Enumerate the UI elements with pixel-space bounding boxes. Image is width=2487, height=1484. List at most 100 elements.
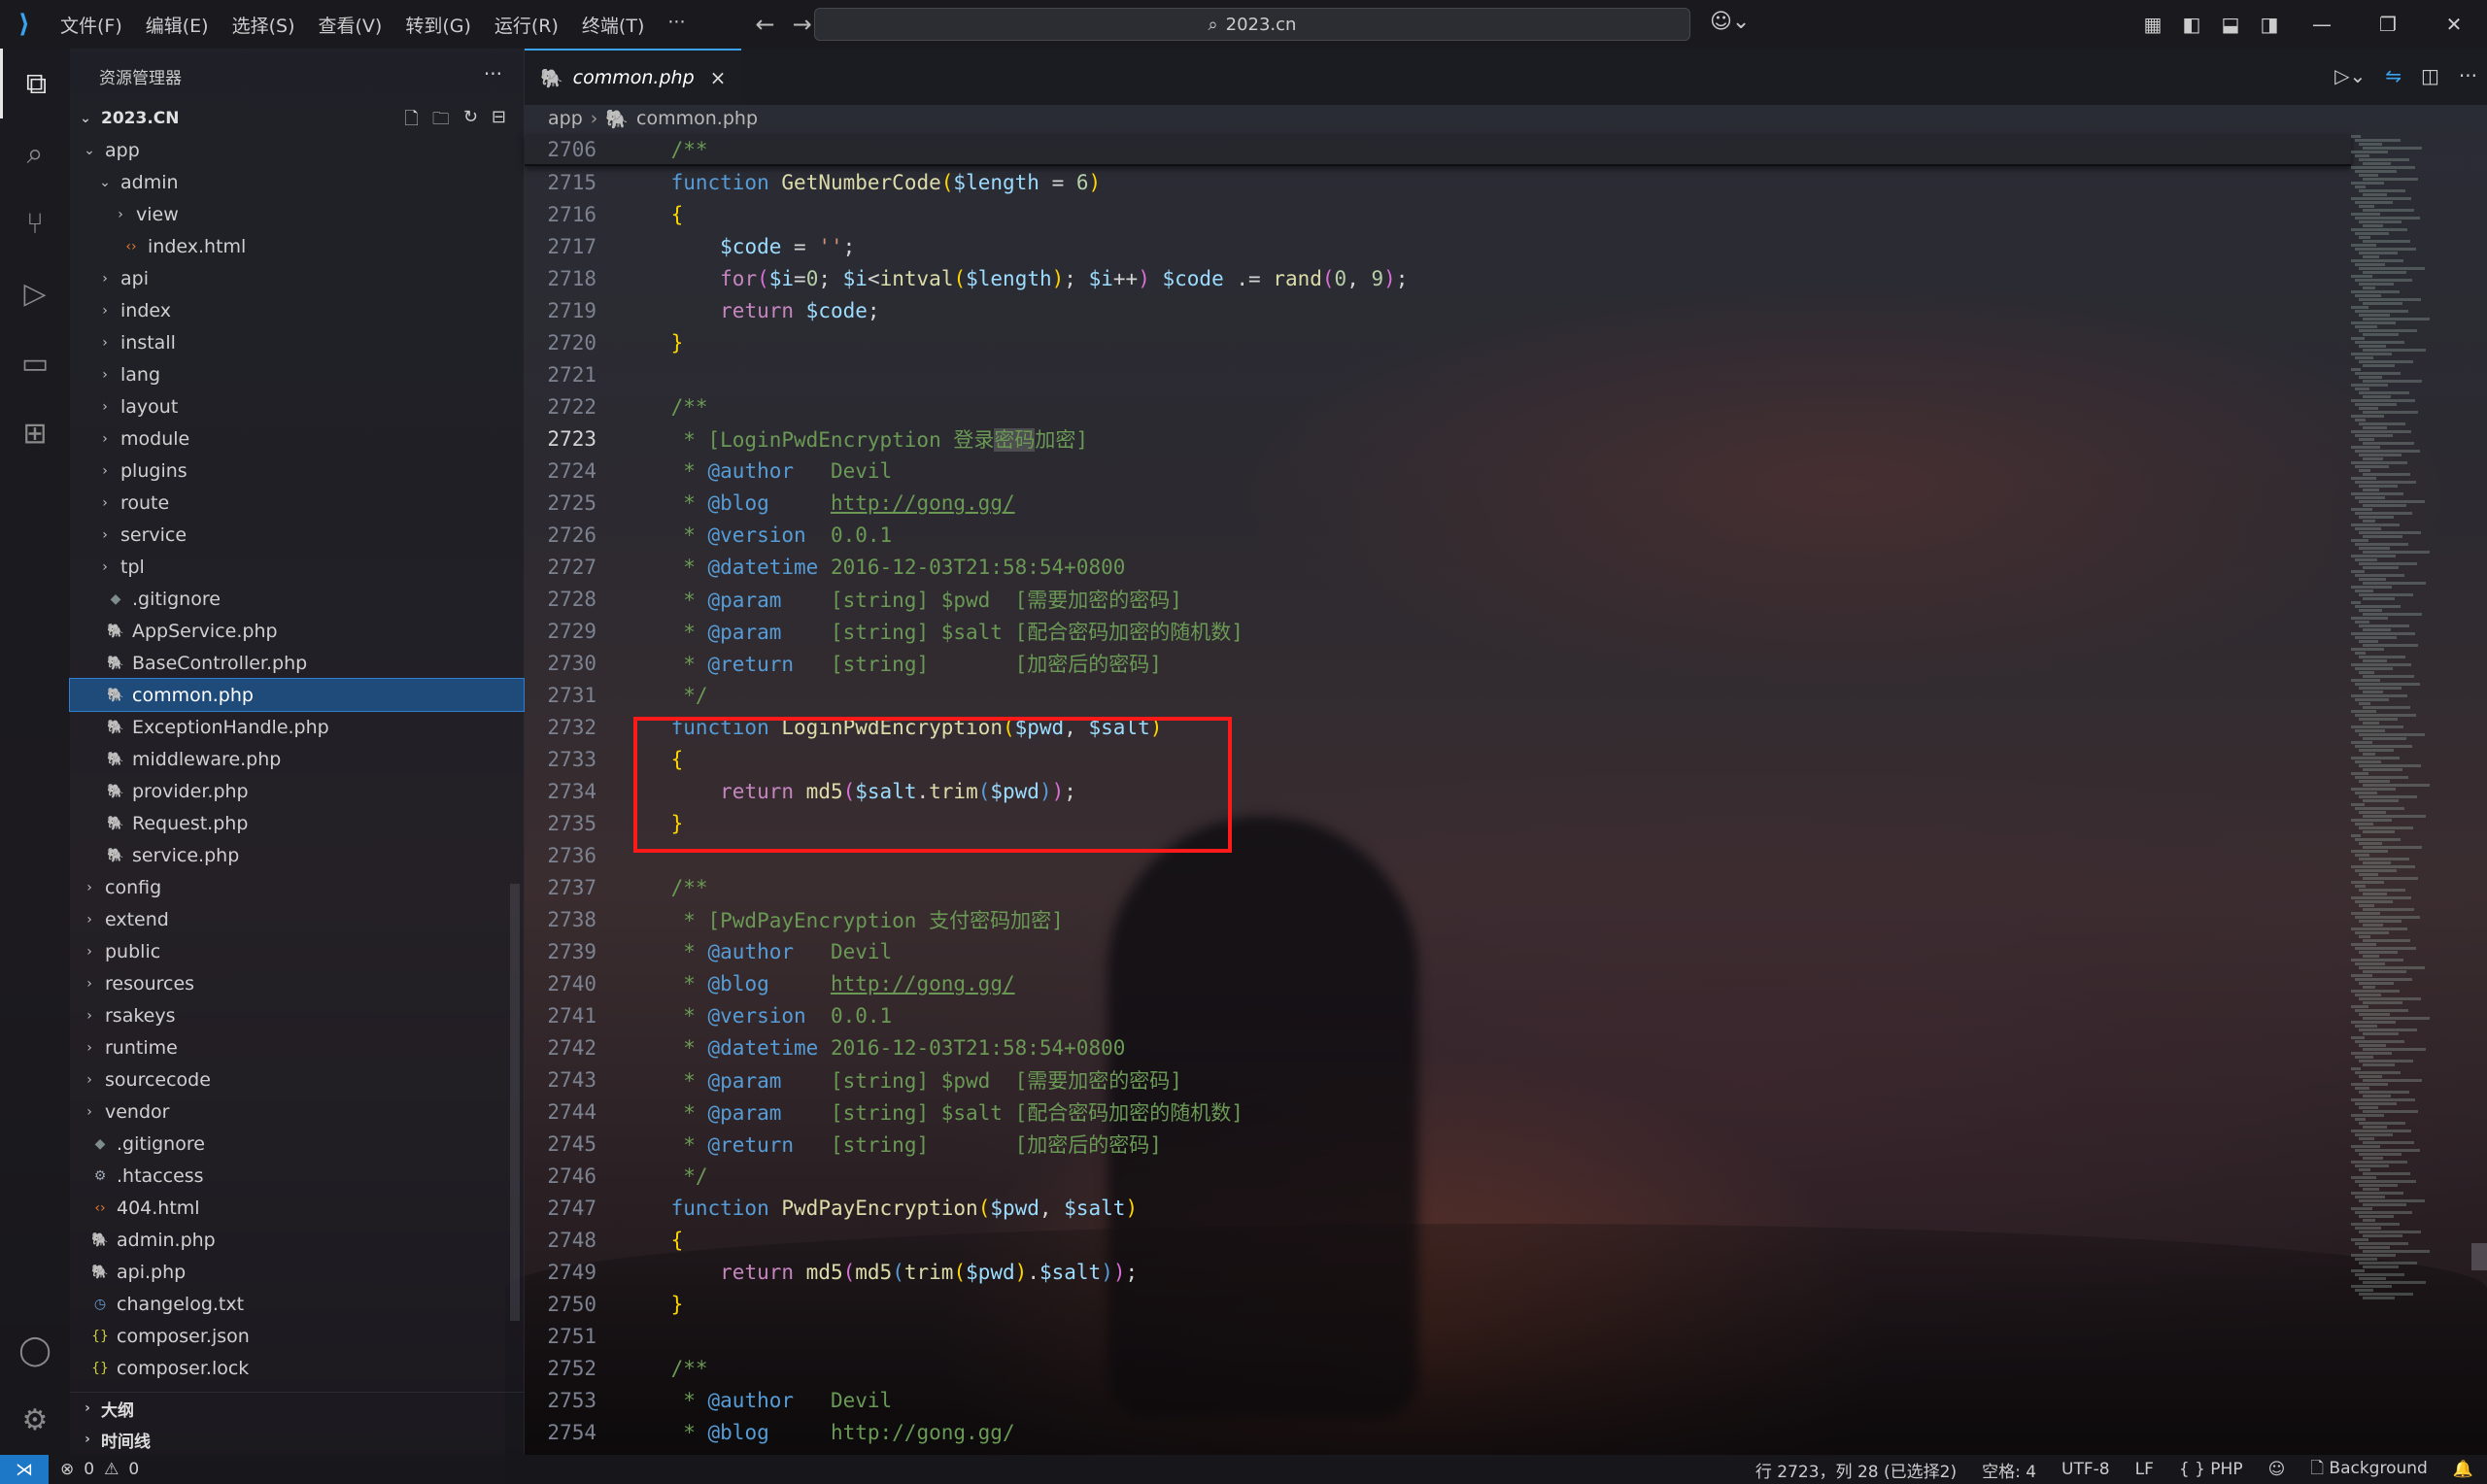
sidebar-scrollbar[interactable] (510, 884, 520, 1321)
tree-file[interactable]: ⚙ .htaccess (70, 1160, 524, 1192)
tree-file[interactable]: {} composer.json (70, 1320, 524, 1352)
encoding[interactable]: UTF-8 (2061, 1460, 2110, 1479)
tree-folder[interactable]: › layout (70, 390, 524, 422)
collapse-all-icon[interactable]: ⊟ (492, 107, 506, 136)
breadcrumb-file[interactable]: common.php (636, 108, 758, 129)
tree-folder[interactable]: › view (70, 198, 524, 230)
menu-terminal[interactable]: 终端(T) (570, 12, 656, 38)
breadcrumb-folder[interactable]: app (548, 108, 583, 129)
tree-file[interactable]: 🐘 common.php (69, 678, 525, 712)
minimap[interactable] (2351, 134, 2471, 1455)
tree-file[interactable]: 🐘 BaseController.php (70, 647, 524, 679)
tree-file[interactable]: 🐘 admin.php (70, 1224, 524, 1256)
tree-folder[interactable]: › module (70, 422, 524, 455)
minimap-line (2351, 788, 2396, 791)
toggle-panel-icon[interactable]: ⬓ (2211, 13, 2250, 36)
tree-folder[interactable]: ⌄ app (70, 134, 524, 166)
menu-go[interactable]: 转到(G) (393, 12, 483, 38)
forward-arrow-icon[interactable]: → (793, 11, 812, 38)
tree-file[interactable]: ◷ changelog.txt (70, 1288, 524, 1320)
language-mode[interactable]: { } PHP (2179, 1460, 2243, 1479)
chevron-right-icon: › (102, 430, 108, 447)
run-debug-icon[interactable]: ▷ (0, 258, 70, 328)
toggle-primary-sidebar-icon[interactable]: ◧ (2172, 13, 2211, 36)
tab-common-php[interactable]: 🐘 common.php × (525, 49, 742, 105)
close-window-icon[interactable]: ✕ (2421, 13, 2487, 36)
tree-folder[interactable]: › resources (70, 967, 524, 999)
copilot-icon[interactable]: ☺⌄ (1710, 10, 1750, 34)
tree-folder[interactable]: › index (70, 294, 524, 326)
tree-folder[interactable]: ⌄ admin (70, 166, 524, 198)
tree-file[interactable]: ‹› 404.html (70, 1192, 524, 1224)
tree-folder[interactable]: › runtime (70, 1031, 524, 1063)
tree-folder[interactable]: › tpl (70, 551, 524, 583)
minimize-icon[interactable]: — (2289, 13, 2355, 36)
tree-file[interactable]: 🐘 AppService.php (70, 615, 524, 647)
settings-gear-icon[interactable]: ⚙ (0, 1385, 70, 1455)
section-timeline[interactable]: › 时间线 (70, 1424, 524, 1455)
tree-file[interactable]: 🐘 provider.php (70, 775, 524, 807)
run-icon[interactable]: ▷⌄ (2334, 64, 2366, 87)
tree-folder[interactable]: › public (70, 935, 524, 967)
new-file-icon[interactable]: 🗋 (404, 107, 418, 136)
customize-layout-icon[interactable]: ▦ (2133, 13, 2172, 36)
tree-file[interactable]: 🐘 middleware.php (70, 743, 524, 775)
tree-file[interactable]: 🐘 service.php (70, 839, 524, 871)
tree-folder[interactable]: › extend (70, 903, 524, 935)
section-outline[interactable]: › 大纲 (70, 1393, 524, 1424)
tree-folder[interactable]: › plugins (70, 455, 524, 487)
tree-folder[interactable]: › config (70, 871, 524, 903)
remote-indicator-icon[interactable]: ⋊ (0, 1455, 49, 1484)
menu-file[interactable]: 文件(F) (49, 12, 134, 38)
tree-file[interactable]: ◆ .gitignore (70, 1128, 524, 1160)
indentation[interactable]: 空格: 4 (1982, 1458, 2036, 1482)
tree-file[interactable]: 🐘 api.php (70, 1256, 524, 1288)
menu-run[interactable]: 运行(R) (483, 12, 570, 38)
tree-folder[interactable]: › install (70, 326, 524, 358)
tree-folder[interactable]: › vendor (70, 1096, 524, 1128)
restore-icon[interactable]: ❐ (2355, 13, 2421, 36)
menu-edit[interactable]: 编辑(E) (134, 12, 221, 38)
menu-more[interactable]: ··· (656, 12, 697, 38)
tree-folder[interactable]: › lang (70, 358, 524, 390)
new-folder-icon[interactable]: 🗀 (432, 107, 450, 136)
command-center-search[interactable]: ⌕ 2023.cn (814, 8, 1690, 41)
remote-explorer-icon[interactable]: ▭ (0, 328, 70, 398)
workspace-root[interactable]: ⌄ 2023.CN 🗋 🗀 ↻ ⊟ (70, 103, 524, 134)
copilot-status-icon[interactable]: ☺ (2268, 1460, 2286, 1479)
tree-item-label: service.php (132, 844, 240, 866)
open-changes-icon[interactable]: ⇋ (2385, 64, 2402, 87)
extensions-icon[interactable]: ⊞ (0, 398, 70, 468)
more-actions-icon[interactable]: ··· (484, 62, 502, 85)
cursor-position[interactable]: 行 2723，列 28 (已选择2) (1755, 1458, 1957, 1482)
chevron-right-icon: › (102, 334, 108, 351)
editor-scrollbar-thumb[interactable] (2471, 1243, 2487, 1270)
toggle-secondary-sidebar-icon[interactable]: ◨ (2250, 13, 2289, 36)
tree-file[interactable]: ◆ .gitignore (70, 583, 524, 615)
menu-view[interactable]: 查看(V) (307, 12, 394, 38)
background-extension[interactable]: 🗋 Background (2310, 1456, 2428, 1484)
refresh-icon[interactable]: ↻ (463, 107, 478, 136)
code-line: 2715 function GetNumberCode($length = 6) (547, 170, 1102, 194)
tree-folder[interactable]: › route (70, 487, 524, 519)
end-of-line[interactable]: LF (2135, 1460, 2154, 1479)
problems-indicator[interactable]: ⊗ 0 ⚠ 0 (60, 1460, 139, 1479)
account-icon[interactable]: ◯ (0, 1315, 70, 1385)
tree-folder[interactable]: › api (70, 262, 524, 294)
tree-file[interactable]: ‹› index.html (70, 230, 524, 262)
back-arrow-icon[interactable]: ← (755, 11, 774, 38)
tree-file[interactable]: {} composer.lock (70, 1352, 524, 1384)
split-editor-icon[interactable]: ◫ (2421, 64, 2439, 87)
menu-selection[interactable]: 选择(S) (221, 12, 307, 38)
more-editor-actions-icon[interactable]: ··· (2459, 64, 2477, 87)
tree-file[interactable]: 🐘 Request.php (70, 807, 524, 839)
close-tab-icon[interactable]: × (710, 66, 727, 89)
search-view-icon[interactable]: ⌕ (0, 118, 70, 188)
tree-file[interactable]: 🐘 ExceptionHandle.php (70, 711, 524, 743)
tree-folder[interactable]: › sourcecode (70, 1063, 524, 1096)
tree-folder[interactable]: › rsakeys (70, 999, 524, 1031)
source-control-icon[interactable]: ⑂ (0, 188, 70, 258)
notifications-bell-icon[interactable]: 🔔 (2453, 1460, 2473, 1479)
tree-folder[interactable]: › service (70, 519, 524, 551)
explorer-icon[interactable]: ⧉ (0, 49, 70, 118)
